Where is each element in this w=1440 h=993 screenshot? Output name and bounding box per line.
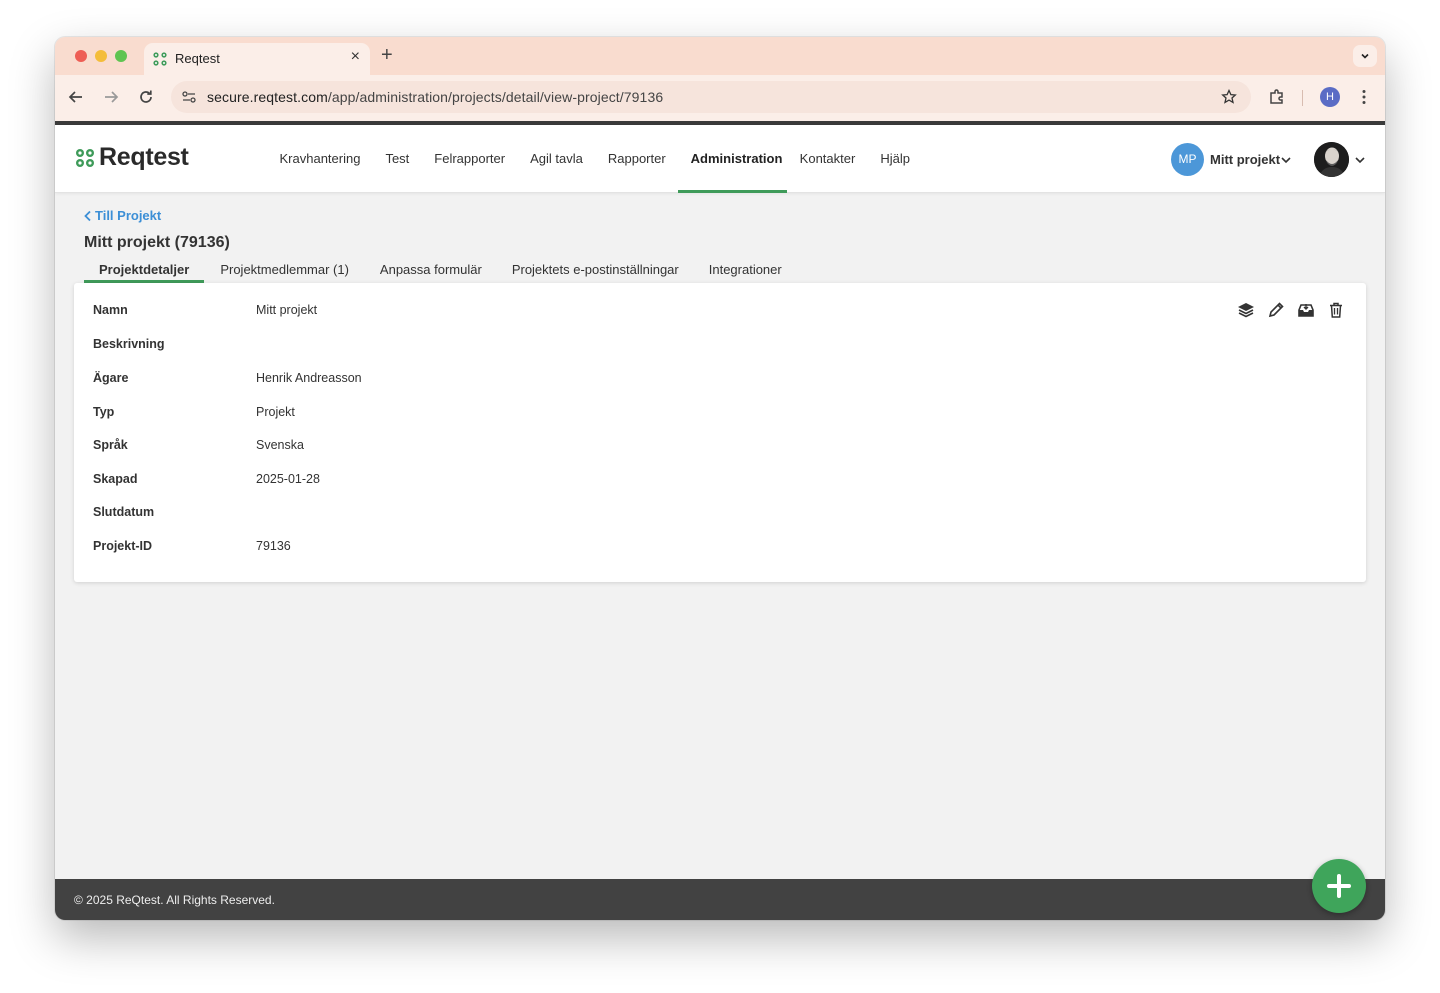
logo-text: Reqtest <box>99 143 189 171</box>
url-text: secure.reqtest.com/app/administration/pr… <box>207 89 664 105</box>
tab-e-postinstallningar[interactable]: Projektets e-postinställningar <box>497 260 694 283</box>
nav-item-hjalp[interactable]: Hjälp <box>868 125 923 193</box>
back-link-label: Till Projekt <box>95 208 162 223</box>
nav-item-administration[interactable]: Administration <box>678 125 788 193</box>
minimize-window-button[interactable] <box>95 50 107 62</box>
chevron-left-icon <box>84 210 91 221</box>
reload-icon[interactable] <box>136 87 156 107</box>
browser-tab-title: Reqtest <box>175 51 220 66</box>
tab-integrationer[interactable]: Integrationer <box>694 260 797 283</box>
app-header: Reqtest Kravhantering Test Felrapporter … <box>55 125 1385 193</box>
project-selector[interactable]: Mitt projekt <box>1210 152 1280 167</box>
main-navigation: Kravhantering Test Felrapporter Agil tav… <box>267 125 922 193</box>
field-value: Mitt projekt <box>256 303 318 317</box>
chevron-down-icon <box>1361 53 1369 59</box>
reqtest-logo[interactable]: Reqtest <box>74 143 189 172</box>
tab-anpassa-formular[interactable]: Anpassa formulär <box>365 260 497 283</box>
field-label: Språk <box>93 438 128 452</box>
page-title: Mitt projekt (79136) <box>84 234 230 251</box>
archive-button[interactable] <box>1296 300 1316 320</box>
browser-profile-avatar[interactable]: H <box>1320 87 1340 107</box>
copyright-text: © 2025 ReQtest. All Rights Reserved. <box>74 893 275 907</box>
field-label: Ägare <box>93 371 129 385</box>
maximize-window-button[interactable] <box>115 50 127 62</box>
nav-item-test[interactable]: Test <box>373 125 422 193</box>
extensions-puzzle-icon[interactable] <box>1267 87 1287 107</box>
add-button[interactable] <box>1312 859 1366 913</box>
field-value: 2025-01-28 <box>256 472 320 486</box>
field-label: Skapad <box>93 472 138 486</box>
user-menu-chevron-down-icon[interactable] <box>1354 154 1366 166</box>
browser-window: Reqtest × + secure.reqtest.com/app/admin… <box>55 37 1385 920</box>
field-value: Henrik Andreasson <box>256 371 362 385</box>
trash-icon <box>1330 302 1342 318</box>
field-label: Beskrivning <box>93 337 165 351</box>
pencil-icon <box>1268 302 1284 318</box>
back-to-project-link[interactable]: Till Projekt <box>83 208 161 223</box>
layers-icon <box>1238 303 1254 318</box>
field-label: Typ <box>93 405 115 419</box>
reqtest-favicon-icon <box>153 52 167 66</box>
layers-button[interactable] <box>1236 300 1256 320</box>
new-tab-button[interactable]: + <box>381 44 393 67</box>
field-value: 79136 <box>256 539 291 553</box>
browser-menu-icon[interactable] <box>1354 87 1374 107</box>
field-label: Namn <box>93 303 128 317</box>
edit-button[interactable] <box>1266 300 1286 320</box>
back-arrow-icon[interactable] <box>66 87 86 107</box>
project-tabs: Projektdetaljer Projektmedlemmar (1) Anp… <box>84 260 797 283</box>
browser-toolbar: secure.reqtest.com/app/administration/pr… <box>55 75 1385 121</box>
bookmark-star-icon[interactable] <box>1221 89 1237 105</box>
close-window-button[interactable] <box>75 50 87 62</box>
nav-item-felrapporter[interactable]: Felrapporter <box>422 125 518 193</box>
card-actions <box>1236 300 1346 320</box>
page-footer: © 2025 ReQtest. All Rights Reserved. <box>55 879 1385 920</box>
user-avatar[interactable] <box>1314 142 1349 177</box>
browser-tab[interactable]: Reqtest × <box>144 43 370 75</box>
forward-arrow-icon[interactable] <box>101 87 121 107</box>
tab-projektmedlemmar[interactable]: Projektmedlemmar (1) <box>204 260 365 283</box>
user-photo-icon <box>1314 142 1349 177</box>
field-value: Svenska <box>256 438 304 452</box>
nav-item-kontakter[interactable]: Kontakter <box>787 125 868 193</box>
nav-item-rapporter[interactable]: Rapporter <box>595 125 678 193</box>
project-avatar[interactable]: MP <box>1171 143 1204 176</box>
site-settings-icon[interactable] <box>181 89 197 105</box>
tab-projektdetaljer[interactable]: Projektdetaljer <box>84 260 205 283</box>
close-tab-icon[interactable]: × <box>351 48 360 66</box>
nav-item-kravhantering[interactable]: Kravhantering <box>267 125 373 193</box>
plus-icon <box>1327 874 1351 898</box>
project-details-card: Namn Mitt projekt Beskrivning Ägare Henr… <box>74 283 1366 582</box>
delete-button[interactable] <box>1326 300 1346 320</box>
project-chevron-down-icon[interactable] <box>1280 154 1292 166</box>
field-value: Projekt <box>256 405 295 419</box>
archive-inbox-icon <box>1298 304 1314 317</box>
field-label: Slutdatum <box>93 505 155 519</box>
browser-tab-strip: Reqtest × + <box>55 37 1385 75</box>
address-bar[interactable]: secure.reqtest.com/app/administration/pr… <box>171 81 1251 113</box>
toolbar-separator <box>1302 90 1303 106</box>
reqtest-logo-icon <box>76 148 94 167</box>
tab-search-button[interactable] <box>1353 45 1377 67</box>
field-label: Projekt-ID <box>93 539 153 553</box>
nav-item-agil-tavla[interactable]: Agil tavla <box>518 125 596 193</box>
